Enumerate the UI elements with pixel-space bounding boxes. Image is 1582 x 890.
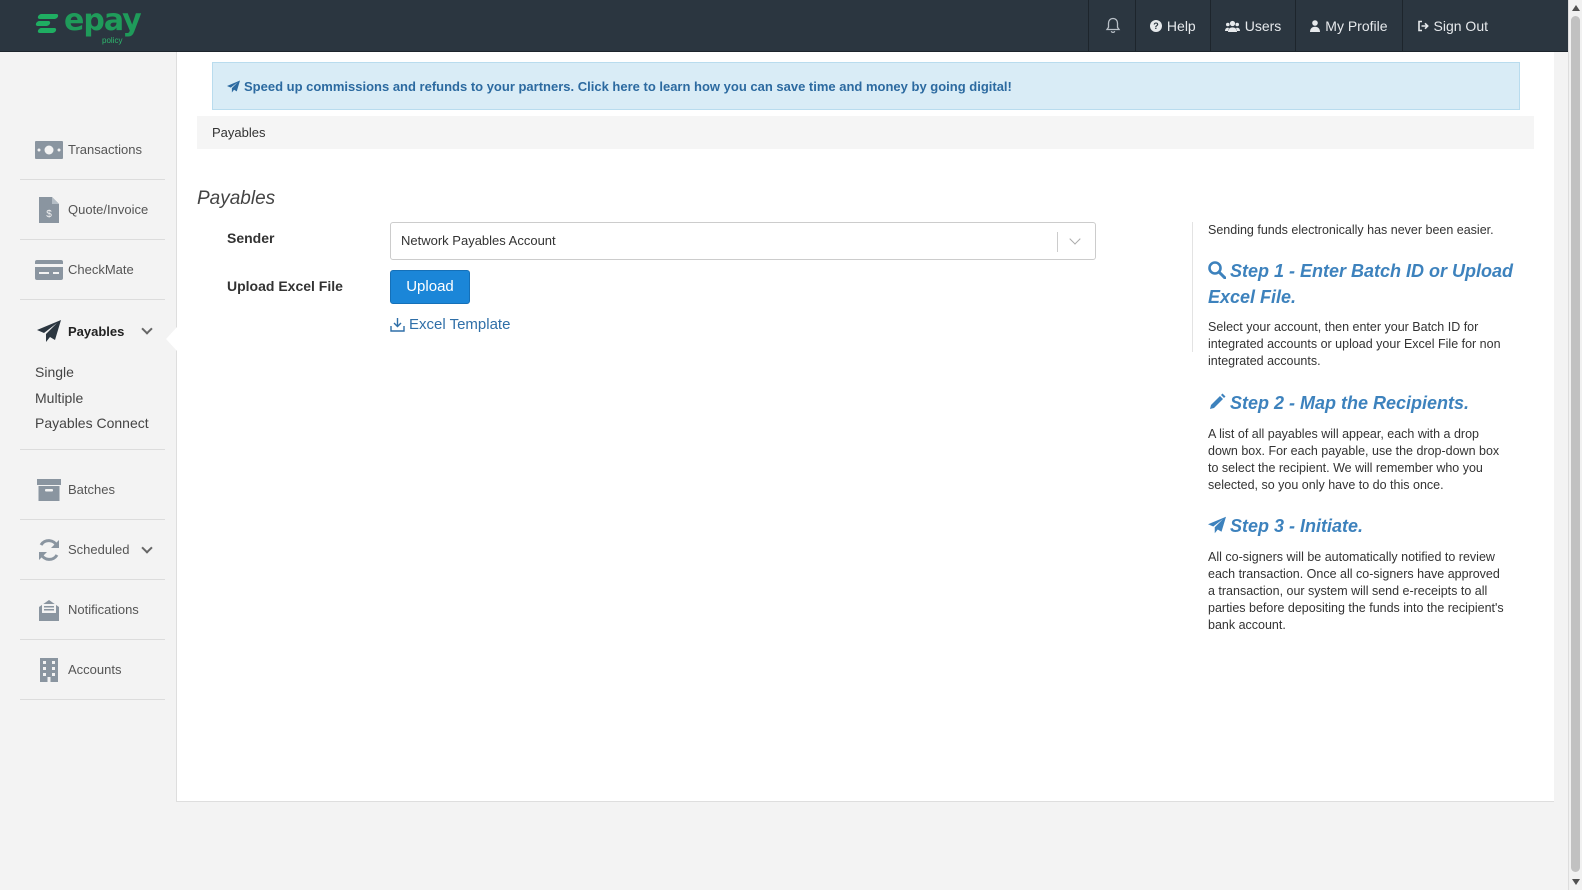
archive-icon xyxy=(34,478,64,502)
active-indicator-arrow xyxy=(166,327,177,351)
upload-excel-label: Upload Excel File xyxy=(227,278,343,294)
subnav-item-payables-connect[interactable]: Payables Connect xyxy=(35,411,149,437)
invoice-icon: $ xyxy=(34,196,64,223)
sender-select[interactable]: Network Payables Account xyxy=(390,222,1096,260)
chevron-down-icon[interactable] xyxy=(1069,233,1081,245)
divider xyxy=(20,449,165,450)
payables-subnav: Single Multiple Payables Connect xyxy=(35,360,149,437)
top-nav: ? Help Users My Profile Sign Out xyxy=(1087,0,1568,52)
banner-text: Speed up commissions and refunds to your… xyxy=(244,78,1012,94)
brand-sub: policy xyxy=(102,36,123,45)
help-label: Help xyxy=(1166,18,1196,34)
breadcrumb-item[interactable]: Payables xyxy=(212,125,265,140)
sidebar: Transactions $ Quote/Invoice CheckMate P… xyxy=(0,52,177,890)
help-step2-text: A list of all payables will appear, each… xyxy=(1208,427,1500,492)
notifications-bell-button[interactable] xyxy=(1087,0,1135,52)
users-link[interactable]: Users xyxy=(1209,0,1296,52)
sign-out-icon xyxy=(1417,20,1429,32)
sidebar-item-notifications[interactable]: Notifications xyxy=(20,580,165,640)
my-profile-label: My Profile xyxy=(1325,18,1388,34)
promo-banner[interactable]: Speed up commissions and refunds to your… xyxy=(212,62,1520,110)
sidebar-item-label: Accounts xyxy=(68,662,122,677)
sidebar-item-scheduled[interactable]: Scheduled xyxy=(20,520,165,580)
sidebar-item-payables[interactable]: Payables xyxy=(20,301,165,361)
top-bar: epay policy ? Help Users My Profile Sign… xyxy=(0,0,1568,52)
select-separator xyxy=(1057,232,1058,252)
download-icon xyxy=(390,318,405,332)
page-title: Payables xyxy=(197,188,276,209)
help-link[interactable]: ? Help xyxy=(1134,0,1210,52)
users-label: Users xyxy=(1244,18,1282,34)
sender-label: Sender xyxy=(227,230,275,246)
sidebar-item-label: Scheduled xyxy=(68,542,130,557)
help-step3-title: Step 3 - Initiate. xyxy=(1208,513,1518,539)
scroll-up-icon[interactable] xyxy=(1572,5,1580,11)
svg-text:$: $ xyxy=(46,209,52,220)
breadcrumb: Payables xyxy=(197,116,1534,149)
help-step1-text: Select your account, then enter your Bat… xyxy=(1208,320,1501,368)
help-step2-title: Step 2 - Map the Recipients. xyxy=(1208,390,1518,416)
brand-name: epay xyxy=(64,3,142,38)
sidebar-item-accounts[interactable]: Accounts xyxy=(20,640,165,700)
vertical-scrollbar[interactable] xyxy=(1568,0,1582,890)
question-circle-icon: ? xyxy=(1149,20,1162,32)
sender-select-value: Network Payables Account xyxy=(401,233,556,248)
bell-icon xyxy=(1105,17,1121,34)
user-icon xyxy=(1310,20,1321,32)
excel-template-label: Excel Template xyxy=(409,316,511,333)
help-intro: Sending funds electronically has never b… xyxy=(1208,223,1494,237)
check-card-icon xyxy=(34,258,64,282)
money-icon xyxy=(34,138,64,162)
brand-logo[interactable]: epay policy xyxy=(35,3,142,45)
my-profile-link[interactable]: My Profile xyxy=(1295,0,1401,52)
paper-plane-icon xyxy=(1208,516,1226,534)
chevron-down-icon xyxy=(141,323,153,335)
help-step3-text: All co-signers will be automatically not… xyxy=(1208,550,1504,632)
paper-plane-icon xyxy=(34,319,64,343)
subnav-item-multiple[interactable]: Multiple xyxy=(35,386,149,412)
svg-text:?: ? xyxy=(1153,21,1159,31)
envelope-icon xyxy=(34,598,64,622)
search-icon xyxy=(1208,261,1226,279)
sidebar-item-checkmate[interactable]: CheckMate xyxy=(20,240,165,300)
help-step1-title: Step 1 - Enter Batch ID or Upload Excel … xyxy=(1208,261,1514,307)
upload-button[interactable]: Upload xyxy=(390,270,470,304)
sidebar-item-label: Transactions xyxy=(68,142,142,157)
users-icon xyxy=(1224,20,1240,32)
sidebar-item-transactions[interactable]: Transactions xyxy=(20,120,165,180)
building-icon xyxy=(34,657,64,682)
sidebar-item-batches[interactable]: Batches xyxy=(20,460,165,520)
logo-mark-icon xyxy=(35,8,64,38)
chevron-down-icon xyxy=(141,542,153,554)
sign-out-link[interactable]: Sign Out xyxy=(1401,0,1568,52)
sidebar-item-label: Notifications xyxy=(68,602,139,617)
scrollbar-thumb[interactable] xyxy=(1571,16,1580,872)
paper-plane-icon xyxy=(227,80,240,92)
sidebar-item-quote-invoice[interactable]: $ Quote/Invoice xyxy=(20,180,165,240)
main-panel: Speed up commissions and refunds to your… xyxy=(176,52,1554,802)
sidebar-item-label: Batches xyxy=(68,482,115,497)
excel-template-link[interactable]: Excel Template xyxy=(390,316,510,333)
pencil-icon xyxy=(1210,393,1226,409)
subnav-item-single[interactable]: Single xyxy=(35,360,149,386)
sidebar-item-label: Payables xyxy=(68,323,125,339)
refresh-icon xyxy=(34,538,64,562)
sign-out-label: Sign Out xyxy=(1433,18,1488,34)
scroll-down-icon[interactable] xyxy=(1572,879,1580,885)
sidebar-item-label: Quote/Invoice xyxy=(68,202,149,217)
sidebar-item-label: CheckMate xyxy=(68,262,134,277)
